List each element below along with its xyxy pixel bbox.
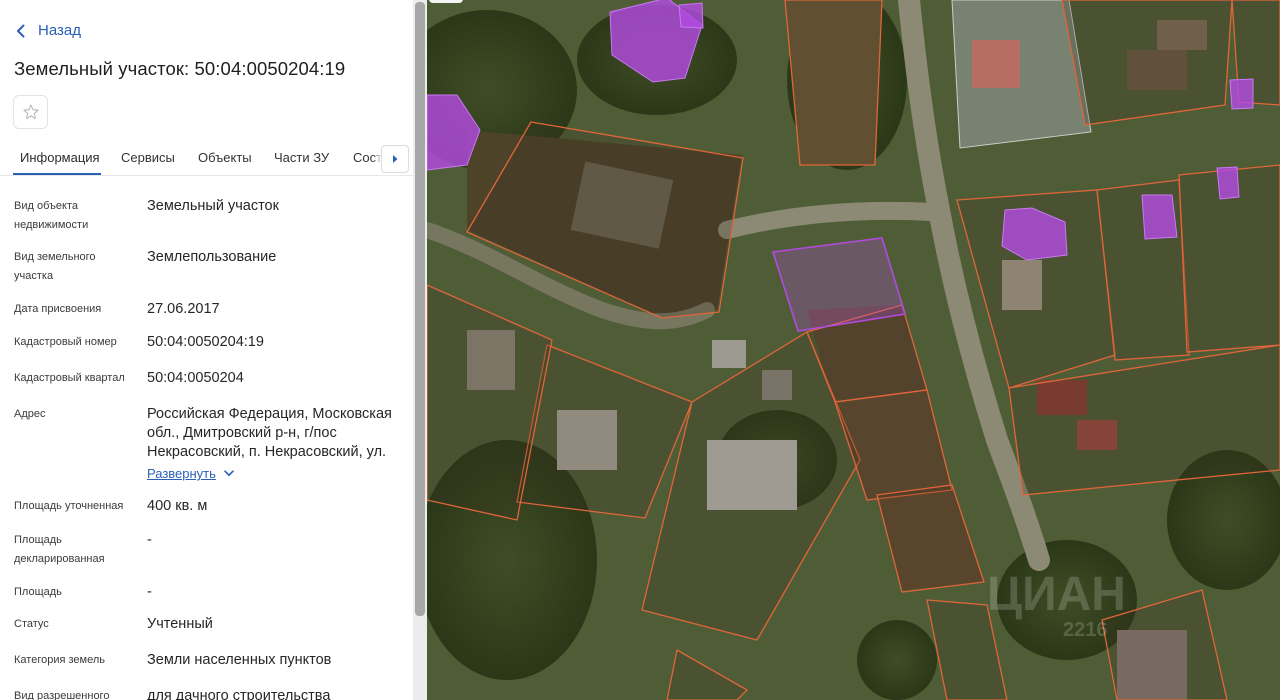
favorite-button[interactable] <box>13 95 48 129</box>
detail-value: 27.06.2017 <box>147 301 220 317</box>
page-title: Земельный участок: 50:04:0050204:19 <box>14 58 346 79</box>
detail-value: Учтенный <box>147 616 213 632</box>
detail-label: Площадь уточненная <box>14 500 124 512</box>
chevron-right-icon <box>393 155 398 163</box>
svg-text:2216: 2216 <box>1063 619 1108 641</box>
detail-value: 400 кв. м <box>147 498 208 514</box>
back-label: Назад <box>38 22 81 39</box>
svg-text:ЦИАН: ЦИАН <box>987 568 1126 621</box>
detail-value: 50:04:0050204 <box>147 370 244 386</box>
detail-value: для дачного строительства <box>147 688 331 700</box>
detail-label: Кадастровый квартал <box>14 372 125 384</box>
detail-label: Вид земельного участка <box>14 251 96 282</box>
detail-label: Кадастровый номер <box>14 336 117 348</box>
chevron-down-icon <box>224 470 234 477</box>
detail-label: Статус <box>14 618 49 630</box>
detail-value: Земли населенных пунктов <box>147 652 332 668</box>
detail-value: Земельный участок <box>147 198 279 214</box>
expand-address-link[interactable]: Развернуть <box>147 464 234 483</box>
detail-value: - <box>147 584 152 600</box>
tabs-scroll-right-button[interactable] <box>381 145 409 173</box>
active-tab-indicator <box>13 173 101 175</box>
detail-label: Адрес <box>14 408 46 420</box>
panel-scrollbar[interactable] <box>413 0 427 700</box>
detail-label: Дата присвоения <box>14 303 102 315</box>
detail-value: Российская Федерация, Московская обл., Д… <box>147 406 392 460</box>
chevron-left-icon <box>17 24 25 37</box>
detail-value: Землепользование <box>147 249 277 265</box>
detail-label: Площадь декларированная <box>14 534 105 565</box>
satellite-map[interactable]: ЦИАН 2216 <box>427 0 1280 700</box>
detail-label: Вид разрешенного <box>14 690 110 700</box>
address-block: Российская Федерация, Московская обл., Д… <box>147 405 403 484</box>
tab-parts[interactable]: Части ЗУ <box>274 150 329 165</box>
tab-objects[interactable]: Объекты <box>198 150 252 165</box>
map-control-button[interactable] <box>429 0 463 3</box>
info-panel: Назад Земельный участок: 50:04:0050204:1… <box>0 0 413 700</box>
star-icon <box>22 104 39 119</box>
detail-value: 50:04:0050204:19 <box>147 334 264 350</box>
scrollbar-thumb[interactable] <box>415 2 425 616</box>
expand-address-label: Развернуть <box>147 466 216 481</box>
map-view[interactable]: ЦИАН 2216 <box>427 0 1280 700</box>
detail-value: - <box>147 532 152 548</box>
tab-information[interactable]: Информация <box>20 150 100 165</box>
detail-label: Площадь <box>14 586 62 598</box>
detail-label: Вид объекта недвижимости <box>14 200 89 231</box>
tab-bar: Информация Сервисы Объекты Части ЗУ Сост… <box>0 140 413 176</box>
detail-label: Категория земель <box>14 654 105 666</box>
tab-services[interactable]: Сервисы <box>121 150 175 165</box>
back-button[interactable]: Назад <box>16 22 81 39</box>
selected-parcel[interactable] <box>771 237 907 332</box>
